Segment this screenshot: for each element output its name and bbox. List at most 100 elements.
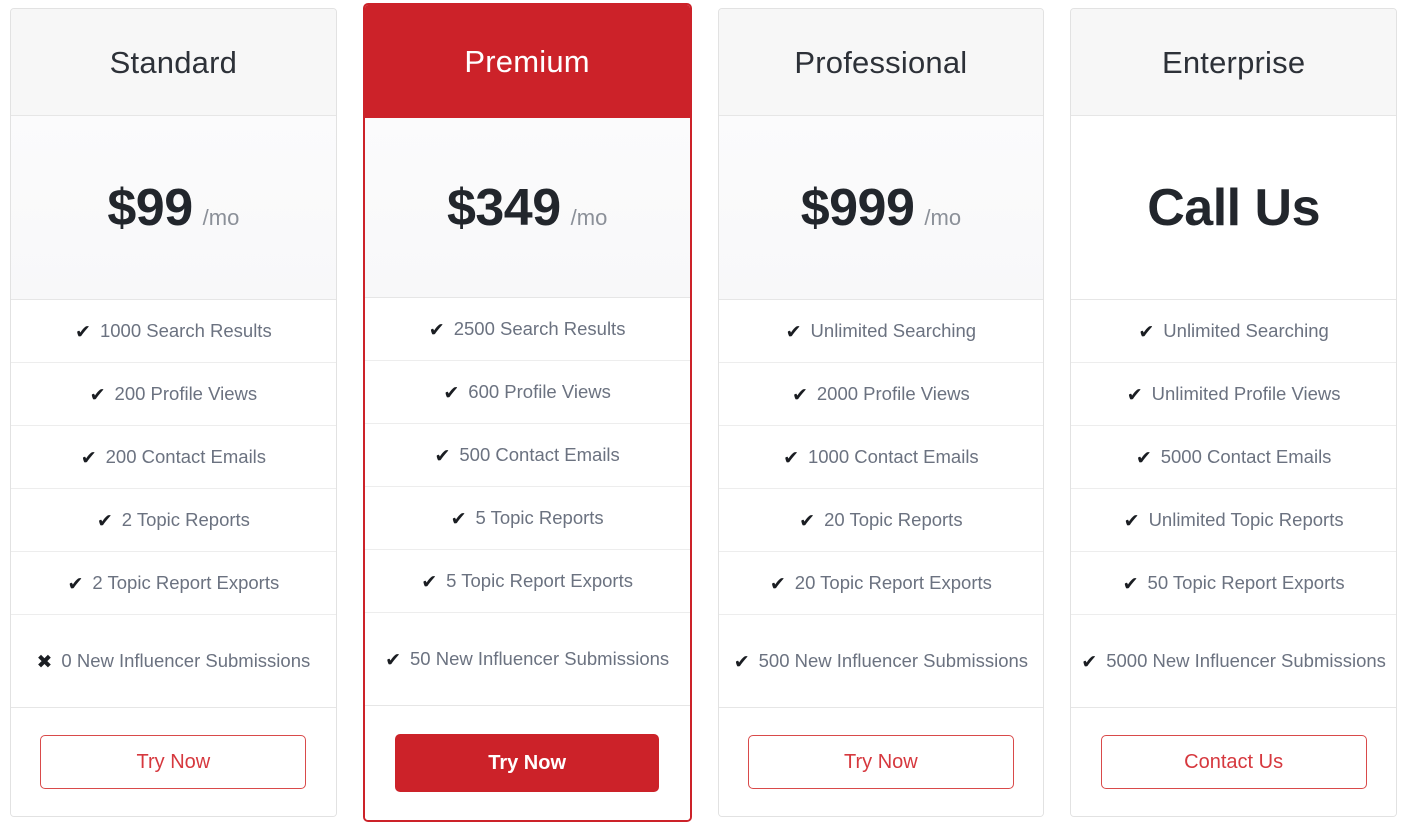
feature-inner: ✔ Unlimited Topic Reports <box>1124 508 1344 533</box>
price-amount: $99 <box>107 178 193 237</box>
feature-row: ✔ 2 Topic Report Exports <box>11 552 336 615</box>
check-icon: ✔ <box>428 319 445 341</box>
feature-label: 600 Profile Views <box>468 380 611 402</box>
cross-icon: ✖ <box>36 651 53 673</box>
feature-inner: ✔ 200 Contact Emails <box>81 445 266 470</box>
plan-cta-block: Try Now <box>364 706 690 820</box>
plan-header: Enterprise <box>1071 9 1396 116</box>
feature-row: ✖ 0 New Influencer Submissions <box>11 615 336 708</box>
check-icon: ✔ <box>443 382 460 404</box>
plan-card-standard: Standard $99/mo ✔ 1000 Search Results ✔ 200 P… <box>10 8 337 817</box>
feature-row: ✔ 2000 Profile Views <box>718 363 1044 426</box>
cta-button-professional[interactable]: Try Now <box>747 735 1014 789</box>
plan-card-professional: Professional $999/mo ✔ Unlimited Searching ✔… <box>717 8 1045 817</box>
price-period: /mo <box>924 204 962 230</box>
plan-price-block: $99/mo <box>11 116 336 300</box>
feature-label: 1000 Contact Emails <box>807 445 979 467</box>
feature-label: Unlimited Searching <box>810 319 977 341</box>
feature-inner: ✔ 2 Topic Report Exports <box>68 571 280 596</box>
check-icon: ✔ <box>80 447 97 469</box>
feature-row: ✔ 500 New Influencer Submissions <box>718 615 1044 708</box>
check-icon: ✔ <box>1123 510 1140 532</box>
price-amount: $349 <box>446 178 561 237</box>
feature-label: 2000 Profile Views <box>816 382 970 404</box>
plan-title: Professional <box>794 44 968 80</box>
feature-inner: ✔ 20 Topic Report Exports <box>770 571 992 596</box>
feature-row: ✔ 600 Profile Views <box>364 361 690 424</box>
feature-label: 500 New Influencer Submissions <box>758 649 1029 671</box>
plan-title: Premium <box>464 44 590 79</box>
feature-label: Unlimited Profile Views <box>1151 382 1341 404</box>
feature-row: ✔ 2500 Search Results <box>364 298 690 361</box>
check-icon: ✔ <box>733 651 750 673</box>
feature-row: ✔ 20 Topic Reports <box>718 489 1044 552</box>
feature-list: ✔ Unlimited Searching ✔ 2000 Profile Views ✔… <box>718 300 1044 708</box>
feature-label: 5000 New Influencer Submissions <box>1106 649 1386 671</box>
feature-row: ✔ 5 Topic Reports <box>364 487 690 550</box>
feature-inner: ✔ Unlimited Searching <box>786 319 976 344</box>
plan-cta-block: Contact Us <box>1071 708 1396 816</box>
feature-row: ✔ Unlimited Profile Views <box>1071 363 1396 426</box>
price-period: /mo <box>570 204 608 230</box>
feature-inner: ✔ 50 Topic Report Exports <box>1123 571 1345 596</box>
check-icon: ✔ <box>75 321 91 343</box>
feature-inner: ✔ 500 Contact Emails <box>434 443 619 468</box>
feature-label: 20 Topic Report Exports <box>794 571 992 593</box>
feature-inner: ✔ 2000 Profile Views <box>792 382 970 407</box>
check-icon: ✔ <box>67 573 84 595</box>
feature-label: 20 Topic Reports <box>824 508 963 530</box>
feature-inner: ✔ 1000 Contact Emails <box>783 445 979 470</box>
check-icon: ✔ <box>421 571 438 593</box>
check-icon: ✔ <box>785 321 802 343</box>
price-line: Call Us <box>1147 182 1320 234</box>
feature-list: ✔ 2500 Search Results ✔ 600 Profile Views ✔ 5… <box>364 298 690 706</box>
feature-inner: ✖ 0 New Influencer Submissions <box>36 649 310 674</box>
feature-inner: ✔ Unlimited Profile Views <box>1127 382 1341 407</box>
price-amount: $999 <box>800 178 915 237</box>
plan-title: Standard <box>109 44 238 80</box>
feature-label: 50 Topic Report Exports <box>1147 571 1345 593</box>
plan-header: Professional <box>718 9 1044 116</box>
check-icon: ✔ <box>1081 651 1098 673</box>
feature-list: ✔ Unlimited Searching ✔ Unlimited Profile V… <box>1071 300 1396 708</box>
check-icon: ✔ <box>769 573 786 595</box>
feature-label: 50 New Influencer Submissions <box>410 647 670 669</box>
feature-label: 5 Topic Report Exports <box>446 569 633 591</box>
feature-inner: ✔ Unlimited Searching <box>1138 319 1328 344</box>
plan-header: Premium <box>364 5 690 118</box>
feature-inner: ✔ 2500 Search Results <box>429 317 626 342</box>
check-icon: ✔ <box>450 508 467 530</box>
feature-row: ✔ 1000 Search Results <box>11 300 336 363</box>
cta-button-premium[interactable]: Try Now <box>395 734 660 792</box>
feature-row: ✔ 50 Topic Report Exports <box>1071 552 1396 615</box>
feature-row: ✔ 200 Profile Views <box>11 363 336 426</box>
feature-row: ✔ 5 Topic Report Exports <box>364 550 690 613</box>
feature-row: ✔ 5000 Contact Emails <box>1071 426 1396 489</box>
plan-card-premium: Premium $349/mo ✔ 2500 Search Results ✔ 600 P… <box>362 3 692 822</box>
feature-label: 200 Contact Emails <box>105 445 267 467</box>
check-icon: ✔ <box>783 447 799 469</box>
feature-inner: ✔ 500 New Influencer Submissions <box>734 649 1028 674</box>
feature-row: ✔ 50 New Influencer Submissions <box>364 613 690 706</box>
price-line: $999/mo <box>801 182 961 234</box>
check-icon: ✔ <box>799 510 816 532</box>
cta-button-standard[interactable]: Try Now <box>40 735 307 789</box>
feature-row: ✔ 500 Contact Emails <box>364 424 690 487</box>
feature-row: ✔ Unlimited Topic Reports <box>1071 489 1396 552</box>
plan-header: Standard <box>11 9 336 116</box>
feature-inner: ✔ 5 Topic Report Exports <box>421 569 633 594</box>
feature-row: ✔ Unlimited Searching <box>718 300 1044 363</box>
plan-cta-block: Try Now <box>718 708 1044 816</box>
plan-price-block: Call Us <box>1071 116 1396 300</box>
price-line: $349/mo <box>447 182 607 234</box>
cta-button-enterprise[interactable]: Contact Us <box>1100 735 1367 789</box>
feature-row: ✔ Unlimited Searching <box>1071 300 1396 363</box>
feature-label: 0 New Influencer Submissions <box>61 649 311 671</box>
feature-label: 2 Topic Reports <box>121 508 250 530</box>
check-icon: ✔ <box>1135 447 1152 469</box>
check-icon: ✔ <box>385 649 402 671</box>
feature-label: 1000 Search Results <box>99 319 272 341</box>
feature-inner: ✔ 2 Topic Reports <box>97 508 250 533</box>
feature-list: ✔ 1000 Search Results ✔ 200 Profile Views ✔ 2… <box>11 300 336 708</box>
check-icon: ✔ <box>1126 384 1143 406</box>
